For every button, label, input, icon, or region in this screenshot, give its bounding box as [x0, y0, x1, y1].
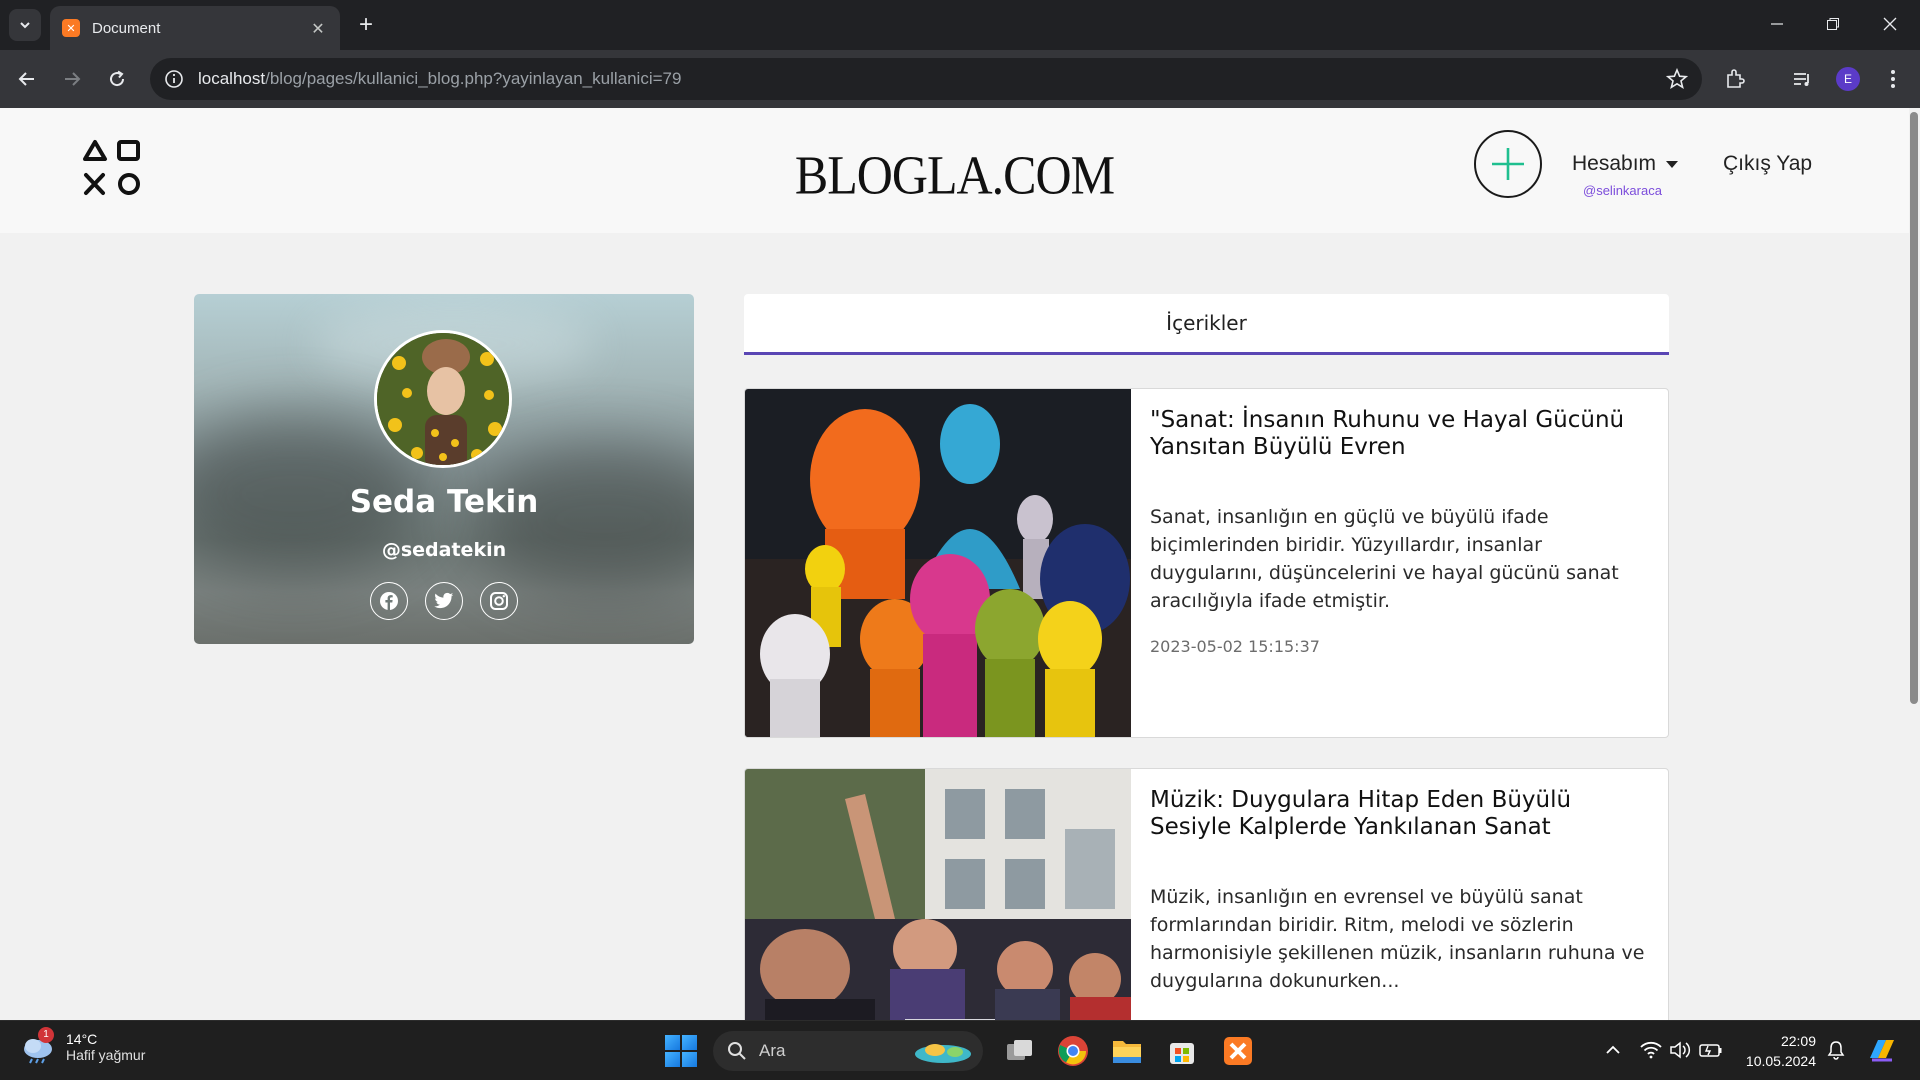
- browser-tab[interactable]: ✕ Document ✕: [50, 6, 340, 50]
- post-date: 2023-05-02 15:15:37: [1150, 637, 1320, 656]
- instagram-icon: [490, 592, 508, 610]
- new-tab-button[interactable]: +: [352, 11, 380, 39]
- twitter-icon: [434, 592, 454, 609]
- tab-contents[interactable]: İçerikler: [744, 294, 1669, 355]
- add-post-button[interactable]: [1474, 130, 1542, 198]
- search-highlight-icon: [915, 1044, 971, 1063]
- close-window-button[interactable]: [1872, 8, 1908, 40]
- windows-logo-icon: [665, 1035, 680, 1050]
- profile-button[interactable]: E: [1831, 62, 1865, 96]
- url-host: localhost: [198, 69, 266, 88]
- restore-button[interactable]: [1815, 8, 1851, 40]
- account-username: @selinkaraca: [1583, 183, 1662, 198]
- account-label: Hesabım: [1572, 152, 1657, 175]
- instagram-link[interactable]: [480, 582, 518, 620]
- start-button[interactable]: [665, 1035, 697, 1067]
- taskbar-search[interactable]: Ara: [713, 1031, 983, 1071]
- profile-handle: @sedatekin: [381, 539, 507, 561]
- tray-overflow-chevron-icon[interactable]: [1600, 1037, 1626, 1063]
- facebook-link[interactable]: [370, 582, 408, 620]
- forward-button[interactable]: [55, 62, 89, 96]
- chrome-taskbar-icon[interactable]: [1053, 1031, 1093, 1071]
- social-links: [194, 582, 694, 620]
- url-path: /blog/pages/kullanici_blog.php?yayinlaya…: [265, 69, 682, 88]
- weather-badge: 1: [38, 1027, 54, 1043]
- post-image-sculptures[interactable]: [745, 389, 1131, 737]
- tab-title: Document: [92, 19, 161, 37]
- minimize-button[interactable]: [1759, 8, 1795, 40]
- minimize-icon: [1771, 23, 1783, 25]
- search-label: Ara: [759, 1041, 786, 1060]
- back-button[interactable]: [10, 62, 44, 96]
- caret-down-icon: [1666, 160, 1679, 168]
- notifications-bell-icon[interactable]: [1823, 1037, 1849, 1063]
- bookmark-star-icon[interactable]: [1665, 67, 1689, 94]
- menu-kebab-icon[interactable]: [1876, 62, 1910, 96]
- windows-logo-tile: [682, 1052, 697, 1067]
- logout-link[interactable]: Çıkış Yap: [1723, 152, 1812, 176]
- tab-close-icon[interactable]: ✕: [308, 19, 328, 38]
- windows-taskbar: 1 14°C Hafif yağmur Ara 22:09 10.05.2024: [0, 1020, 1920, 1080]
- microsoft-store-icon[interactable]: [1162, 1031, 1202, 1071]
- weather-temp: 14°C: [66, 1031, 98, 1047]
- page-viewport: BLOGLA.COM Hesabım @selinkaraca Çıkış Ya…: [0, 108, 1920, 1020]
- arrow-right-icon: [65, 72, 81, 86]
- close-icon: [1883, 17, 1897, 31]
- post-card[interactable]: "Sanat: İnsanın Ruhunu ve Hayal Gücünü Y…: [744, 388, 1669, 738]
- twitter-link[interactable]: [425, 582, 463, 620]
- xampp-taskbar-icon[interactable]: [1218, 1031, 1258, 1071]
- account-dropdown[interactable]: Hesabım: [1572, 152, 1679, 176]
- weather-widget[interactable]: 1 14°C Hafif yağmur: [20, 1027, 145, 1065]
- copilot-icon[interactable]: [1864, 1035, 1900, 1065]
- task-view-icon[interactable]: [1000, 1031, 1040, 1071]
- clock-time: 22:09: [1780, 1033, 1816, 1049]
- arrow-left-icon: [18, 72, 34, 86]
- post-body: Müzik: Duygulara Hitap Eden Büyülü Sesiy…: [1150, 787, 1650, 1017]
- post-excerpt: Müzik, insanlığın en evrensel ve büyülü …: [1150, 886, 1645, 992]
- profile-avatar-photo: [374, 330, 512, 468]
- tab-search-button[interactable]: [9, 9, 41, 41]
- battery-icon[interactable]: [1698, 1037, 1724, 1063]
- extensions-icon[interactable]: [1718, 62, 1752, 96]
- post-card[interactable]: Müzik: Duygulara Hitap Eden Büyülü Sesiy…: [744, 768, 1669, 1020]
- post-title[interactable]: Müzik: Duygulara Hitap Eden Büyülü Sesiy…: [1150, 787, 1650, 841]
- reload-icon: [110, 70, 125, 87]
- post-excerpt: Sanat, insanlığın en güçlü ve büyülü ifa…: [1150, 506, 1619, 612]
- windows-logo-tile: [665, 1052, 680, 1067]
- taskbar-clock[interactable]: 22:09 10.05.2024: [1740, 1031, 1816, 1071]
- url-text: localhost/blog/pages/kullanici_blog.php?…: [198, 69, 681, 89]
- chevron-down-icon: [20, 22, 30, 29]
- browser-toolbar: localhost/blog/pages/kullanici_blog.php?…: [0, 50, 1920, 108]
- post-image-music-crowd[interactable]: [745, 769, 1131, 1020]
- browser-tab-bar: ✕ Document ✕ +: [0, 0, 1920, 50]
- weather-text: 14°C Hafif yağmur: [66, 1031, 145, 1063]
- post-title[interactable]: "Sanat: İnsanın Ruhunu ve Hayal Gücünü Y…: [1150, 407, 1650, 461]
- profile-name: Seda Tekin: [349, 484, 539, 520]
- windows-logo-tile: [682, 1035, 697, 1050]
- restore-icon: [1827, 18, 1839, 30]
- scrollbar-thumb[interactable]: [1910, 112, 1918, 704]
- file-explorer-icon[interactable]: [1107, 1031, 1147, 1071]
- page-scrollbar[interactable]: [1909, 108, 1920, 1020]
- rain-cloud-icon: 1: [20, 1027, 56, 1065]
- facebook-icon: [380, 592, 398, 610]
- site-header: BLOGLA.COM Hesabım @selinkaraca Çıkış Ya…: [0, 108, 1909, 233]
- xampp-favicon-icon: ✕: [62, 19, 80, 37]
- address-bar[interactable]: localhost/blog/pages/kullanici_blog.php?…: [150, 58, 1702, 100]
- post-body: "Sanat: İnsanın Ruhunu ve Hayal Gücünü Y…: [1150, 407, 1650, 656]
- volume-icon[interactable]: [1667, 1037, 1693, 1063]
- profile-card: Seda Tekin @sedatekin: [194, 294, 694, 644]
- wifi-icon[interactable]: [1638, 1037, 1664, 1063]
- media-controls-icon[interactable]: [1785, 62, 1819, 96]
- profile-avatar: E: [1836, 67, 1860, 91]
- clock-date: 10.05.2024: [1745, 1053, 1816, 1069]
- reload-button[interactable]: [100, 62, 134, 96]
- weather-desc: Hafif yağmur: [66, 1047, 146, 1063]
- search-icon: [728, 1042, 746, 1060]
- site-info-icon[interactable]: [164, 69, 184, 89]
- plus-icon: [1492, 148, 1524, 180]
